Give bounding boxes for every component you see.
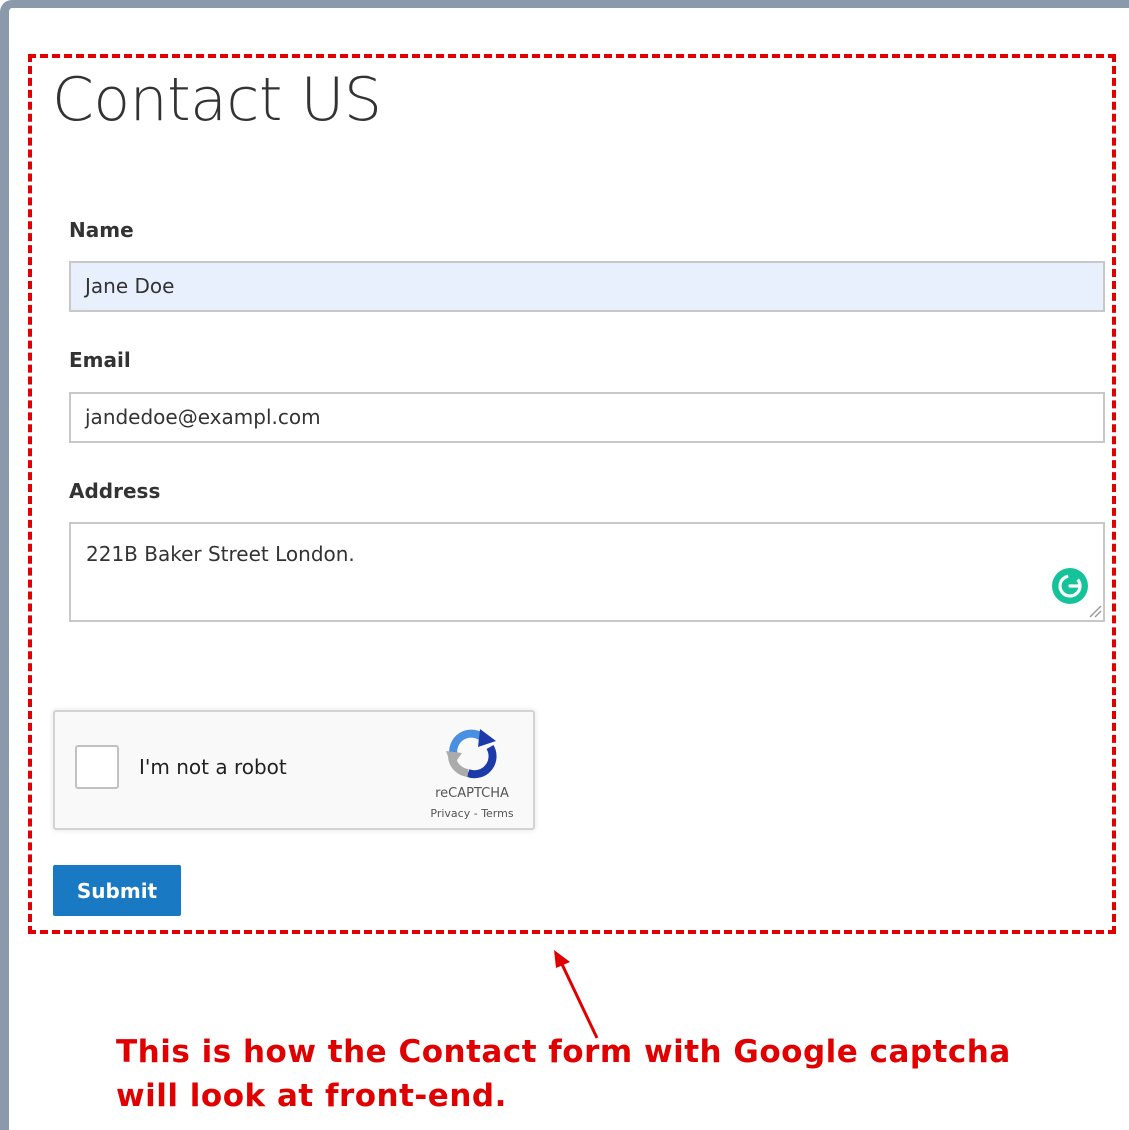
name-label: Name xyxy=(69,218,134,242)
captcha-terms-link[interactable]: Terms xyxy=(481,807,513,820)
captcha-checkbox-label: I'm not a robot xyxy=(139,755,287,779)
email-label: Email xyxy=(69,348,131,372)
address-textarea-value: 221B Baker Street London. xyxy=(86,542,355,566)
captcha-checkbox[interactable] xyxy=(75,745,119,789)
annotation-line-2: will look at front-end. xyxy=(116,1078,507,1114)
resize-handle-icon[interactable] xyxy=(1088,604,1102,618)
annotation-text: This is how the Contact form with Google… xyxy=(116,1030,1096,1118)
annotation-line-1: This is how the Contact form with Google… xyxy=(116,1034,1011,1070)
name-input-value: Jane Doe xyxy=(85,274,175,298)
name-input[interactable]: Jane Doe xyxy=(69,261,1105,312)
captcha-privacy-link[interactable]: Privacy xyxy=(430,807,470,820)
recaptcha-logo-icon xyxy=(446,729,497,779)
captcha-link-separator: - xyxy=(470,807,482,820)
recaptcha-widget: I'm not a robot reCAPTCHA Privacy - Term… xyxy=(53,710,535,830)
page-title: Contact US xyxy=(52,65,382,135)
address-label: Address xyxy=(69,479,161,503)
grammarly-icon[interactable] xyxy=(1052,568,1088,604)
email-input[interactable]: jandedoe@exampl.com xyxy=(69,392,1105,443)
captcha-links: Privacy - Terms xyxy=(411,807,533,820)
submit-button[interactable]: Submit xyxy=(53,865,181,916)
email-input-value: jandedoe@exampl.com xyxy=(85,405,321,429)
captcha-brand: reCAPTCHA xyxy=(435,786,509,801)
address-textarea[interactable]: 221B Baker Street London. xyxy=(69,522,1105,622)
